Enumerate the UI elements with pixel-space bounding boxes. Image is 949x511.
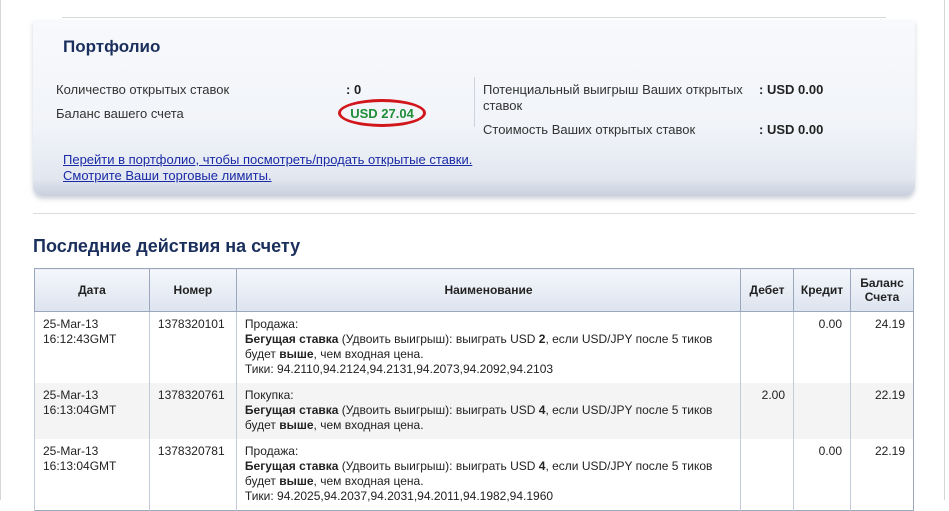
top-divider — [62, 17, 886, 18]
cell-date: 25-Mar-13 16:12:43GMT — [34, 311, 150, 383]
cell-debit: 2.00 — [740, 383, 794, 439]
balance-label: Баланс вашего счета — [56, 106, 184, 121]
header-balance: Баланс Счета — [850, 268, 914, 312]
cell-credit: 0.00 — [793, 311, 851, 383]
activity-table: Дата Номер Наименование Дебет Кредит Бал… — [34, 268, 914, 511]
header-number: Номер — [148, 268, 237, 312]
table-header-row: Дата Номер Наименование Дебет Кредит Бал… — [34, 268, 914, 312]
cell-description: Продажа: Бегущая ставка (Удвоить выигрыш… — [235, 311, 741, 383]
cell-number: 1378320761 — [148, 383, 237, 439]
cell-description: Покупка: Бегущая ставка (Удвоить выигрыш… — [235, 383, 741, 439]
header-name: Наименование — [235, 268, 741, 312]
section-divider — [33, 213, 915, 214]
header-debit: Дебет — [740, 268, 794, 312]
cell-balance: 22.19 — [850, 383, 914, 439]
trading-limits-link[interactable]: Смотрите Ваши торговые лимиты. — [63, 168, 272, 183]
portfolio-title: Портфолио — [63, 37, 161, 56]
portfolio-panel: Портфолио Количество открытых ставок : 0… — [33, 20, 915, 196]
open-bets-value: : 0 — [346, 82, 362, 97]
page-frame-left — [0, 0, 1, 500]
cell-credit — [793, 383, 851, 439]
potential-winnings-label: Потенциальный выигрыш Ваших открытых ста… — [483, 82, 743, 113]
header-balance-line2: Счета — [864, 290, 900, 304]
cell-date: 25-Mar-13 16:13:04GMT — [34, 383, 150, 439]
go-to-portfolio-link[interactable]: Перейти в портфолио, чтобы посмотреть/пр… — [63, 152, 472, 167]
page-frame-right — [944, 0, 945, 500]
cell-debit — [740, 311, 794, 383]
open-bets-cost-value: : USD 0.00 — [759, 122, 824, 137]
cell-number: 1378320101 — [148, 311, 237, 383]
open-bets-label: Количество открытых ставок — [56, 82, 230, 97]
activity-section-title: Последние действия на счету — [33, 236, 301, 256]
potential-winnings-value: : USD 0.00 — [759, 82, 824, 97]
portfolio-divider — [474, 77, 475, 127]
balance-value: USD 27.04 — [338, 99, 426, 127]
header-balance-line1: Баланс — [860, 276, 904, 290]
table-row: 25-Mar-13 16:12:43GMT 1378320101 Продажа:… — [34, 311, 914, 383]
header-date: Дата — [34, 268, 150, 312]
open-bets-cost-label: Стоимость Ваших открытых ставок — [483, 122, 696, 137]
cell-balance: 24.19 — [850, 311, 914, 383]
header-credit: Кредит — [793, 268, 851, 312]
table-row: 25-Mar-13 16:13:04GMT 1378320761 Покупка:… — [34, 383, 914, 439]
